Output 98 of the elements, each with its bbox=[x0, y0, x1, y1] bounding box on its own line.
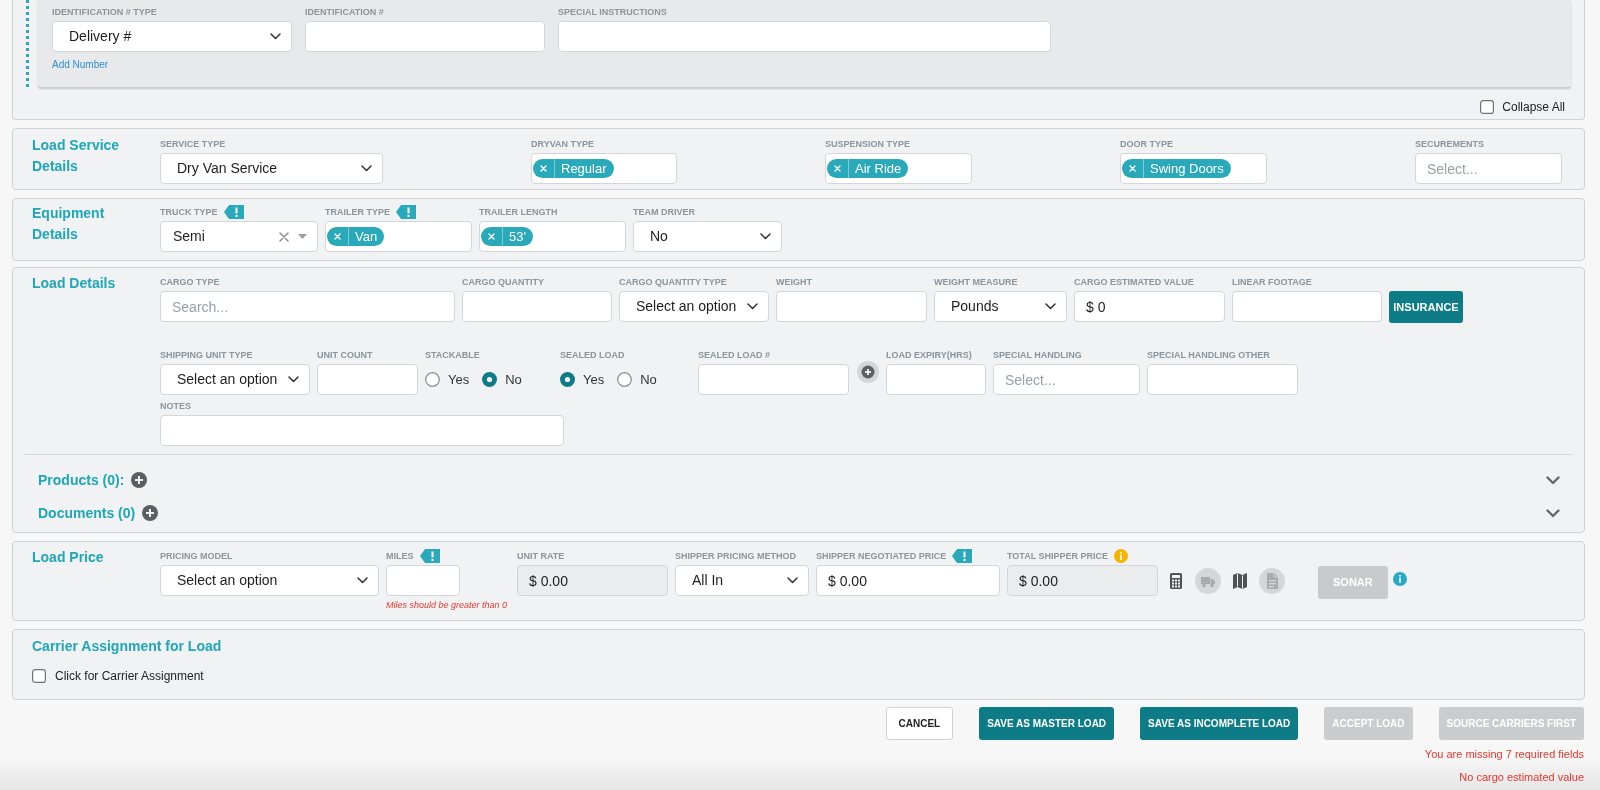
text-input[interactable] bbox=[886, 364, 986, 395]
caret-down-icon[interactable] bbox=[298, 234, 307, 239]
field-label: TOTAL SHIPPER PRICE bbox=[1007, 550, 1109, 563]
field-label: STACKABLE bbox=[425, 349, 480, 362]
field-label: SHIPPING UNIT TYPE bbox=[160, 349, 253, 362]
field-label: SEALED LOAD bbox=[560, 349, 625, 362]
field-label: TEAM DRIVER bbox=[633, 206, 695, 219]
text-input[interactable]: $ 0.00 bbox=[816, 565, 1000, 596]
field-label: CARGO ESTIMATED VALUE bbox=[1074, 276, 1194, 289]
chevron-down-icon[interactable] bbox=[747, 303, 758, 310]
chevron-down-icon[interactable] bbox=[760, 233, 771, 240]
field-label: WEIGHT bbox=[776, 276, 812, 289]
select-dropdown[interactable]: No bbox=[633, 221, 782, 252]
text-input[interactable] bbox=[160, 415, 564, 446]
section-title: Load Details bbox=[32, 274, 117, 293]
field-label: IDENTIFICATION # TYPE bbox=[52, 6, 157, 19]
radio-icon[interactable] bbox=[560, 372, 575, 387]
field-label: LOAD EXPIRY(HRS) bbox=[886, 349, 972, 362]
plus-circle-icon[interactable] bbox=[131, 472, 148, 488]
field-label: SHIPPER NEGOTIATED PRICE bbox=[816, 550, 947, 563]
multi-select-field[interactable]: Select... bbox=[993, 364, 1140, 395]
multi-select-field[interactable]: Select... bbox=[1415, 153, 1562, 184]
text-input[interactable] bbox=[305, 21, 545, 52]
field-label: MILES bbox=[386, 550, 414, 563]
carrier-assignment-checkbox[interactable]: Click for Carrier Assignment bbox=[32, 667, 204, 685]
field-label: NOTES bbox=[160, 400, 191, 413]
field-label: PRICING MODEL bbox=[160, 550, 233, 563]
field-label: IDENTIFICATION # bbox=[305, 6, 384, 19]
field-label: SUSPENSION TYPE bbox=[825, 138, 911, 151]
field-label: SPECIAL INSTRUCTIONS bbox=[558, 6, 667, 19]
field-label: CARGO QUANTITY bbox=[462, 276, 544, 289]
text-input[interactable] bbox=[698, 364, 849, 395]
field-label: WEIGHT MEASURE bbox=[934, 276, 1018, 289]
radio-option[interactable]: No bbox=[482, 369, 522, 390]
field-label: CARGO QUANTITY TYPE bbox=[619, 276, 727, 289]
checkbox-icon[interactable] bbox=[1480, 100, 1495, 114]
select-dropdown[interactable]: Select an option bbox=[160, 565, 379, 596]
error-message: Miles should be greater than 0 bbox=[386, 600, 508, 611]
cancel-button[interactable]: CANCEL bbox=[885, 707, 954, 740]
plus-circle-icon[interactable] bbox=[142, 505, 159, 521]
text-input[interactable] bbox=[558, 21, 1051, 52]
field-label: SHIPPER PRICING METHOD bbox=[675, 550, 796, 563]
select-dropdown[interactable]: Select an option bbox=[619, 291, 769, 322]
field-label: SPECIAL HANDLING OTHER bbox=[1147, 349, 1270, 362]
radio-option[interactable]: Yes bbox=[560, 369, 605, 390]
combo-box[interactable]: Semi bbox=[160, 221, 318, 252]
select-dropdown[interactable]: Dry Van Service bbox=[160, 153, 383, 184]
chevron-down-icon[interactable] bbox=[288, 376, 299, 383]
select-dropdown[interactable]: Select an option bbox=[160, 364, 310, 395]
field-label: CARGO TYPE bbox=[160, 276, 220, 289]
chevron-down-icon[interactable] bbox=[787, 577, 798, 584]
field-label: TRAILER LENGTH bbox=[479, 206, 558, 219]
add-icon[interactable] bbox=[856, 361, 879, 383]
field-label: LINEAR FOOTAGE bbox=[1232, 276, 1312, 289]
text-input[interactable] bbox=[1147, 364, 1298, 395]
radio-option[interactable]: No bbox=[617, 369, 657, 390]
collapse-all-checkbox[interactable]: Collapse All bbox=[1480, 100, 1565, 114]
radio-icon[interactable] bbox=[425, 372, 440, 387]
text-input[interactable] bbox=[776, 291, 927, 322]
section-title: Carrier Assignment for Load bbox=[32, 637, 222, 655]
validation-error: You are missing 7 required fields bbox=[1424, 747, 1584, 761]
action-button[interactable]: SAVE AS INCOMPLETE LOAD bbox=[1140, 707, 1299, 740]
calculator-icon[interactable] bbox=[1169, 572, 1183, 589]
close-icon[interactable] bbox=[279, 231, 289, 242]
section-title: Equipment Details bbox=[32, 204, 106, 244]
field-label: DRYVAN TYPE bbox=[531, 138, 594, 151]
field-label: DOOR TYPE bbox=[1120, 138, 1173, 151]
action-button[interactable]: SAVE AS MASTER LOAD bbox=[979, 707, 1115, 740]
field-label: TRUCK TYPE bbox=[160, 206, 218, 219]
validation-error: No cargo estimated value bbox=[1459, 770, 1584, 784]
field-label: UNIT COUNT bbox=[317, 349, 373, 362]
chevron-down-icon[interactable] bbox=[1045, 303, 1056, 310]
section-title: Load Price bbox=[32, 548, 105, 567]
field-label: UNIT RATE bbox=[517, 550, 565, 563]
radio-option[interactable]: Yes bbox=[425, 369, 470, 390]
text-input[interactable] bbox=[317, 364, 418, 395]
chevron-down-icon[interactable] bbox=[270, 33, 281, 40]
text-input[interactable]: Search... bbox=[160, 291, 455, 322]
map-icon[interactable] bbox=[1233, 572, 1247, 589]
section-title: Load Service Details bbox=[32, 136, 121, 176]
checkbox-icon[interactable] bbox=[32, 669, 46, 683]
select-dropdown[interactable]: Pounds bbox=[934, 291, 1067, 322]
insurance-button[interactable]: INSURANCE bbox=[1389, 291, 1463, 323]
text-input[interactable] bbox=[1232, 291, 1382, 322]
select-dropdown[interactable]: Delivery # bbox=[52, 21, 292, 52]
text-input[interactable]: $ 0 bbox=[1074, 291, 1225, 322]
text-input[interactable] bbox=[462, 291, 612, 322]
field-label: TRAILER TYPE bbox=[325, 206, 390, 219]
field-label: SECUREMENTS bbox=[1415, 138, 1484, 151]
field-label: SPECIAL HANDLING bbox=[993, 349, 1082, 362]
text-input[interactable] bbox=[386, 565, 460, 596]
select-dropdown[interactable]: All In bbox=[675, 565, 809, 596]
chevron-down-icon[interactable] bbox=[361, 165, 372, 172]
radio-icon[interactable] bbox=[482, 372, 498, 387]
field-label: SEALED LOAD # bbox=[698, 349, 770, 362]
field-label: SERVICE TYPE bbox=[160, 138, 226, 151]
chevron-down-icon[interactable] bbox=[357, 577, 368, 584]
radio-icon[interactable] bbox=[617, 372, 633, 387]
